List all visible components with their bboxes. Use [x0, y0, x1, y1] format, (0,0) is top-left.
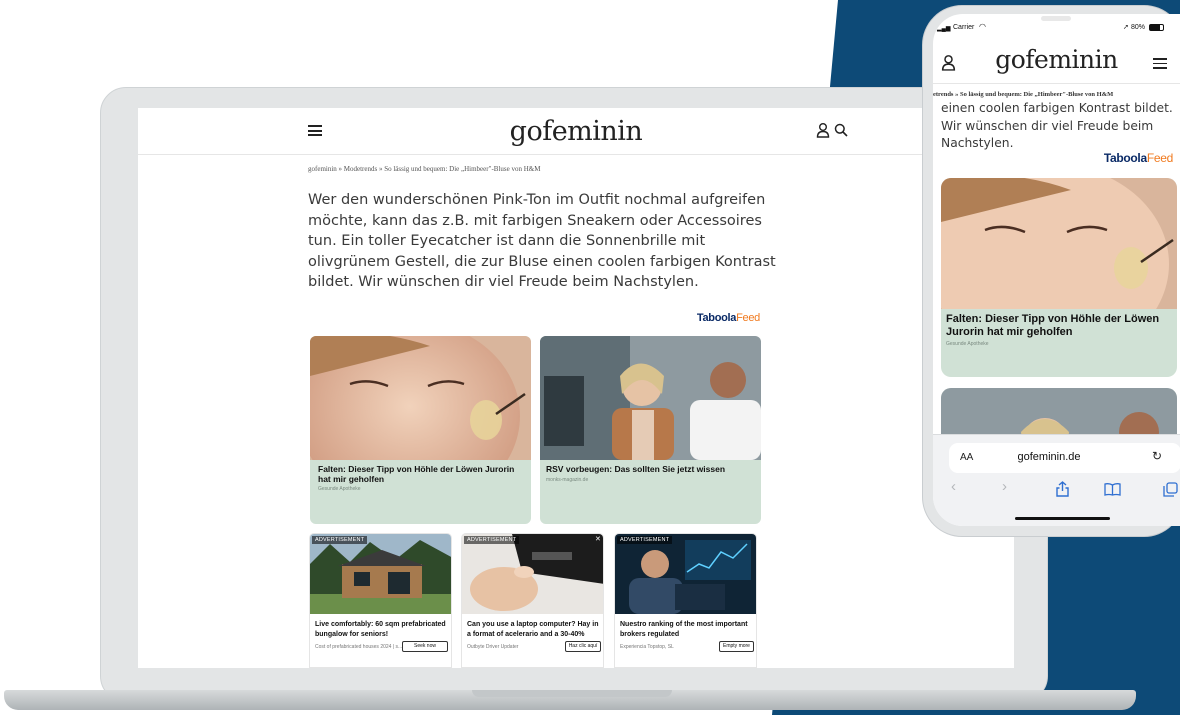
ad-cta-button[interactable]: Seek now [402, 641, 448, 652]
reload-icon[interactable]: ↻ [1152, 449, 1162, 463]
battery-percent: 80% [1131, 24, 1146, 31]
site-logo[interactable]: gofeminin [138, 116, 1014, 147]
taboola-feed-logo[interactable]: TaboolaFeed [696, 312, 760, 324]
taboola-feed-word: Feed [1146, 151, 1173, 165]
card-source: Gesunde Apotheke [318, 486, 361, 492]
address-bar[interactable]: AA gofeminin.de ↻ [949, 443, 1180, 473]
ad-card[interactable]: ADVERTISEMENT Live comfortably: 60 sqm p… [309, 533, 452, 668]
card-image-face [310, 336, 531, 460]
ad-image-house [310, 534, 451, 614]
laptop-notch [472, 690, 672, 697]
card-source: Gesunde Apotheke [946, 341, 989, 347]
ad-source: Outbyte Driver Updater [467, 644, 519, 650]
wifi-icon: ◠ [979, 22, 986, 31]
ad-title: Nuestro ranking of the most important br… [620, 621, 748, 638]
signal-icon: ▂▄▆ [937, 26, 951, 32]
ad-title: Live comfortably: 60 sqm prefabricated b… [315, 621, 446, 638]
laptop-screen: gofeminin gofeminin » Modetrends » So lä… [138, 108, 1014, 668]
url-text: gofeminin.de [1017, 451, 1081, 463]
advertisement-label: ADVERTISEMENT [617, 536, 673, 544]
card-image-doctor [540, 336, 761, 460]
carrier-label: Carrier [953, 24, 975, 31]
ad-cta-button[interactable]: Empty more [719, 641, 754, 652]
site-header: gofeminin [138, 108, 1014, 155]
article-text: Wer den wunderschönen Pink-Ton im Outfit… [308, 192, 776, 291]
user-icon[interactable] [816, 122, 830, 138]
phone-site-header: gofeminin [933, 40, 1180, 84]
taboola-feed-logo[interactable]: TaboolaFeed [1083, 151, 1173, 165]
taboola-brand: Taboola [1103, 151, 1147, 165]
status-bar: ▂▄▆ Carrier ◠ ➚ 80% [933, 14, 1180, 40]
ad-image-laptop [462, 534, 603, 614]
search-icon[interactable] [834, 123, 848, 137]
ad-cta-button[interactable]: Haz clic aquí [565, 641, 601, 652]
tabs-icon[interactable] [1163, 482, 1178, 497]
advertisement-label: ADVERTISEMENT [464, 536, 520, 544]
close-icon[interactable]: ✕ [595, 535, 601, 543]
breadcrumb[interactable]: gofeminin » Modetrends » So lässig und b… [308, 165, 540, 173]
taboola-brand: Taboola [696, 312, 737, 324]
browser-toolbar: AA gofeminin.de ↻ ‹ › [933, 434, 1180, 526]
breadcrumb[interactable]: etrends » So lässig und bequem: Die „Him… [933, 91, 1180, 98]
site-logo[interactable]: gofeminin [933, 45, 1180, 74]
speaker-notch [1041, 16, 1071, 21]
ad-card[interactable]: ADVERTISEMENT Can you use a laptop compu… [461, 533, 604, 668]
mockup-stage: gofeminin gofeminin » Modetrends » So lä… [0, 0, 1180, 715]
card-title: Falten: Dieser Tipp von Höhle der Löwen … [318, 464, 515, 484]
ad-title: Can you use a laptop computer? Hay in a … [467, 621, 599, 638]
ad-source: Experiencia Topstop, SL [620, 644, 674, 650]
battery-icon [1149, 24, 1164, 31]
feed-card[interactable]: Falten: Dieser Tipp von Höhle der Löwen … [941, 178, 1177, 377]
phone-screen: ▂▄▆ Carrier ◠ ➚ 80% gofeminin etrends » … [933, 14, 1180, 526]
header-icons [816, 122, 856, 140]
article-text: einen coolen farbigen Kontrast bildet. W… [941, 101, 1173, 150]
location-icon: ➚ [1123, 24, 1129, 31]
bookmarks-icon[interactable] [1104, 483, 1121, 496]
card-title: RSV vorbeugen: Das sollten Sie jetzt wis… [546, 464, 726, 474]
ad-card[interactable]: ADVERTISEMENT Nuestro ranking of the mos… [614, 533, 757, 668]
ad-image-trader [615, 534, 756, 614]
ad-source: Cost of prefabricated houses 2024 | s... [315, 644, 403, 650]
feed-card[interactable]: Falten: Dieser Tipp von Höhle der Löwen … [310, 336, 531, 524]
home-indicator[interactable] [1015, 517, 1110, 520]
card-image-face [941, 178, 1177, 309]
advertisement-label: ADVERTISEMENT [312, 536, 368, 544]
back-icon[interactable]: ‹ [951, 478, 956, 495]
card-source: monks-magazin.de [546, 477, 589, 483]
forward-icon[interactable]: › [1002, 478, 1007, 495]
menu-icon[interactable] [1153, 58, 1167, 69]
feed-card[interactable]: RSV vorbeugen: Das sollten Sie jetzt wis… [540, 336, 761, 524]
taboola-feed-word: Feed [736, 312, 760, 324]
card-title: Falten: Dieser Tipp von Höhle der Löwen … [946, 313, 1160, 338]
share-icon[interactable] [1056, 481, 1069, 497]
